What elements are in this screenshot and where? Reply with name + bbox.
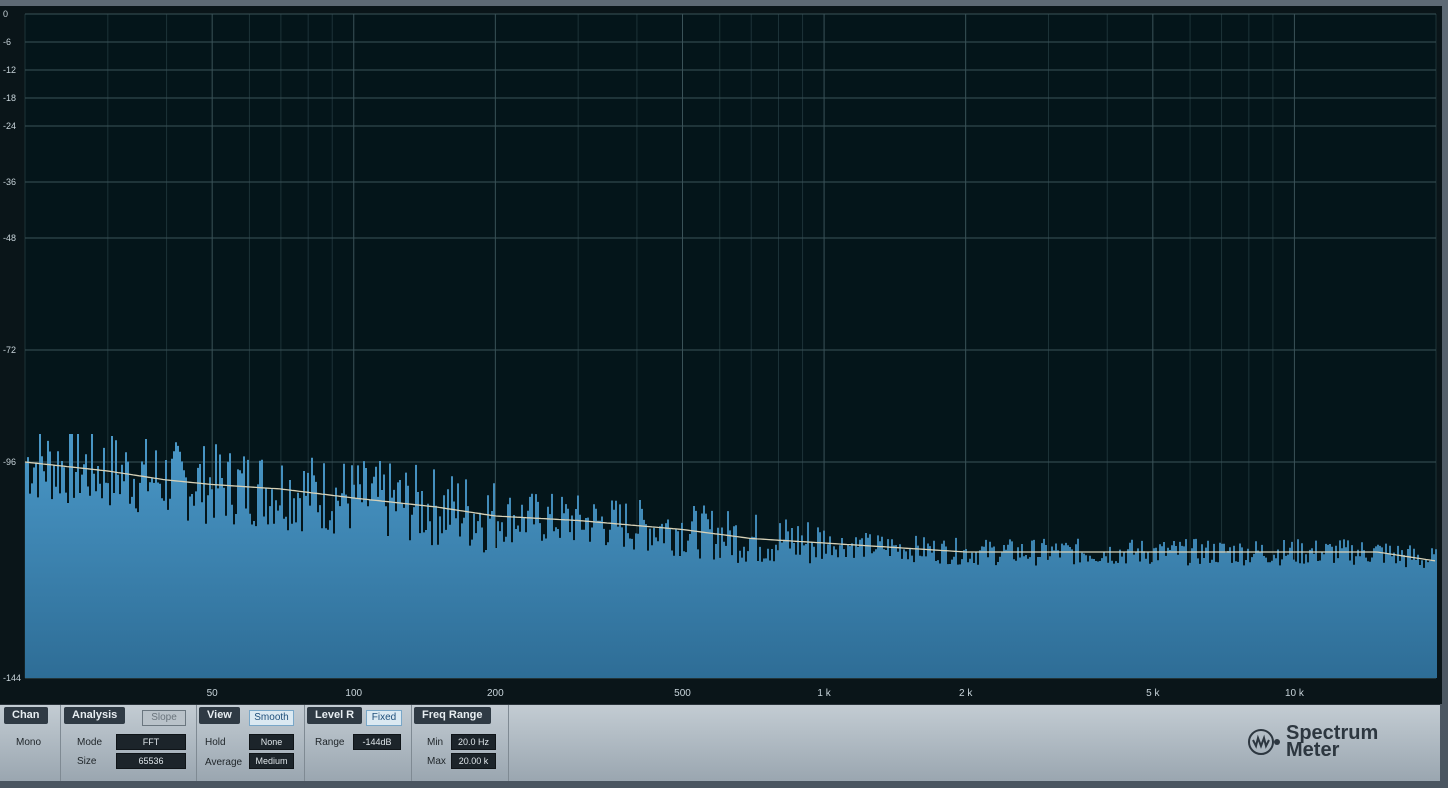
y-tick-label: -6: [3, 37, 11, 47]
size-value[interactable]: 65536: [116, 753, 186, 769]
y-tick-label: -72: [3, 345, 16, 355]
analysis-section: Analysis Slope Mode FFT Size 65536: [62, 705, 197, 781]
x-tick-label: 10 k: [1285, 688, 1305, 699]
logo-text: Spectrum Meter: [1286, 723, 1378, 761]
mode-label: Mode: [77, 737, 103, 748]
average-value[interactable]: Medium: [249, 753, 294, 769]
average-label: Average: [205, 757, 243, 768]
y-tick-label: -36: [3, 177, 16, 187]
x-tick-label: 200: [487, 688, 504, 699]
chan-title: Chan: [4, 707, 48, 724]
min-label: Min: [427, 737, 444, 748]
presonus-logo-icon: [1248, 729, 1280, 755]
size-label: Size: [77, 756, 97, 767]
logo-line2: Meter: [1286, 739, 1340, 761]
range-label: Range: [315, 737, 345, 748]
x-tick-label: 500: [674, 688, 691, 699]
hold-label: Hold: [205, 737, 226, 748]
level-section: Level R Fixed Range -144dB: [305, 705, 412, 781]
x-tick-label: 5 k: [1146, 688, 1160, 699]
analysis-title: Analysis: [64, 707, 126, 724]
view-section: View Smooth Hold None Average Medium: [197, 705, 305, 781]
slope-toggle[interactable]: Slope: [142, 710, 186, 726]
control-panel: Chan Mono Analysis Slope Mode FFT Size 6…: [0, 704, 1440, 781]
y-tick-label: 0: [3, 9, 8, 19]
y-tick-label: -48: [3, 233, 16, 243]
view-title: View: [199, 707, 240, 724]
max-label: Max: [427, 756, 446, 767]
x-tick-label: 50: [207, 688, 219, 699]
y-tick-label: -18: [3, 93, 16, 103]
y-tick-label: -12: [3, 65, 16, 75]
smooth-toggle[interactable]: Smooth: [249, 710, 294, 726]
min-value[interactable]: 20.0 Hz: [451, 734, 496, 750]
y-tick-label: -96: [3, 457, 16, 467]
window-frame: 50 100 200 500 1 k 2 k 5 k 10 k 0 -6 -12 -18 -24 -36 -…: [0, 0, 1448, 788]
max-value[interactable]: 20.00 k: [451, 753, 496, 769]
range-value[interactable]: -144dB: [353, 734, 401, 750]
level-title: Level R: [307, 707, 363, 724]
spectrum-display[interactable]: 50 100 200 500 1 k 2 k 5 k 10 k 0 -6 -12 -18 -24 -36 -…: [0, 6, 1442, 704]
freq-section: Freq Range Min 20.0 Hz Max 20.00 k: [412, 705, 509, 781]
mode-value[interactable]: FFT: [116, 734, 186, 750]
y-tick-label: -24: [3, 121, 16, 131]
y-tick-label: -144: [3, 673, 21, 683]
chan-section: Chan Mono: [0, 705, 61, 781]
x-tick-label: 100: [345, 688, 362, 699]
x-tick-label: 1 k: [817, 688, 831, 699]
hold-value[interactable]: None: [249, 734, 294, 750]
fixed-toggle[interactable]: Fixed: [366, 710, 402, 726]
x-tick-label: 2 k: [959, 688, 973, 699]
freq-title: Freq Range: [414, 707, 491, 724]
spectrum-plot-svg: 50 100 200 500 1 k 2 k 5 k 10 k 0 -6 -12 -18 -24 -36 -…: [3, 9, 1437, 699]
spectrum-meter-logo: Spectrum Meter: [1246, 723, 1426, 765]
chan-mode-label[interactable]: Mono: [16, 737, 41, 748]
